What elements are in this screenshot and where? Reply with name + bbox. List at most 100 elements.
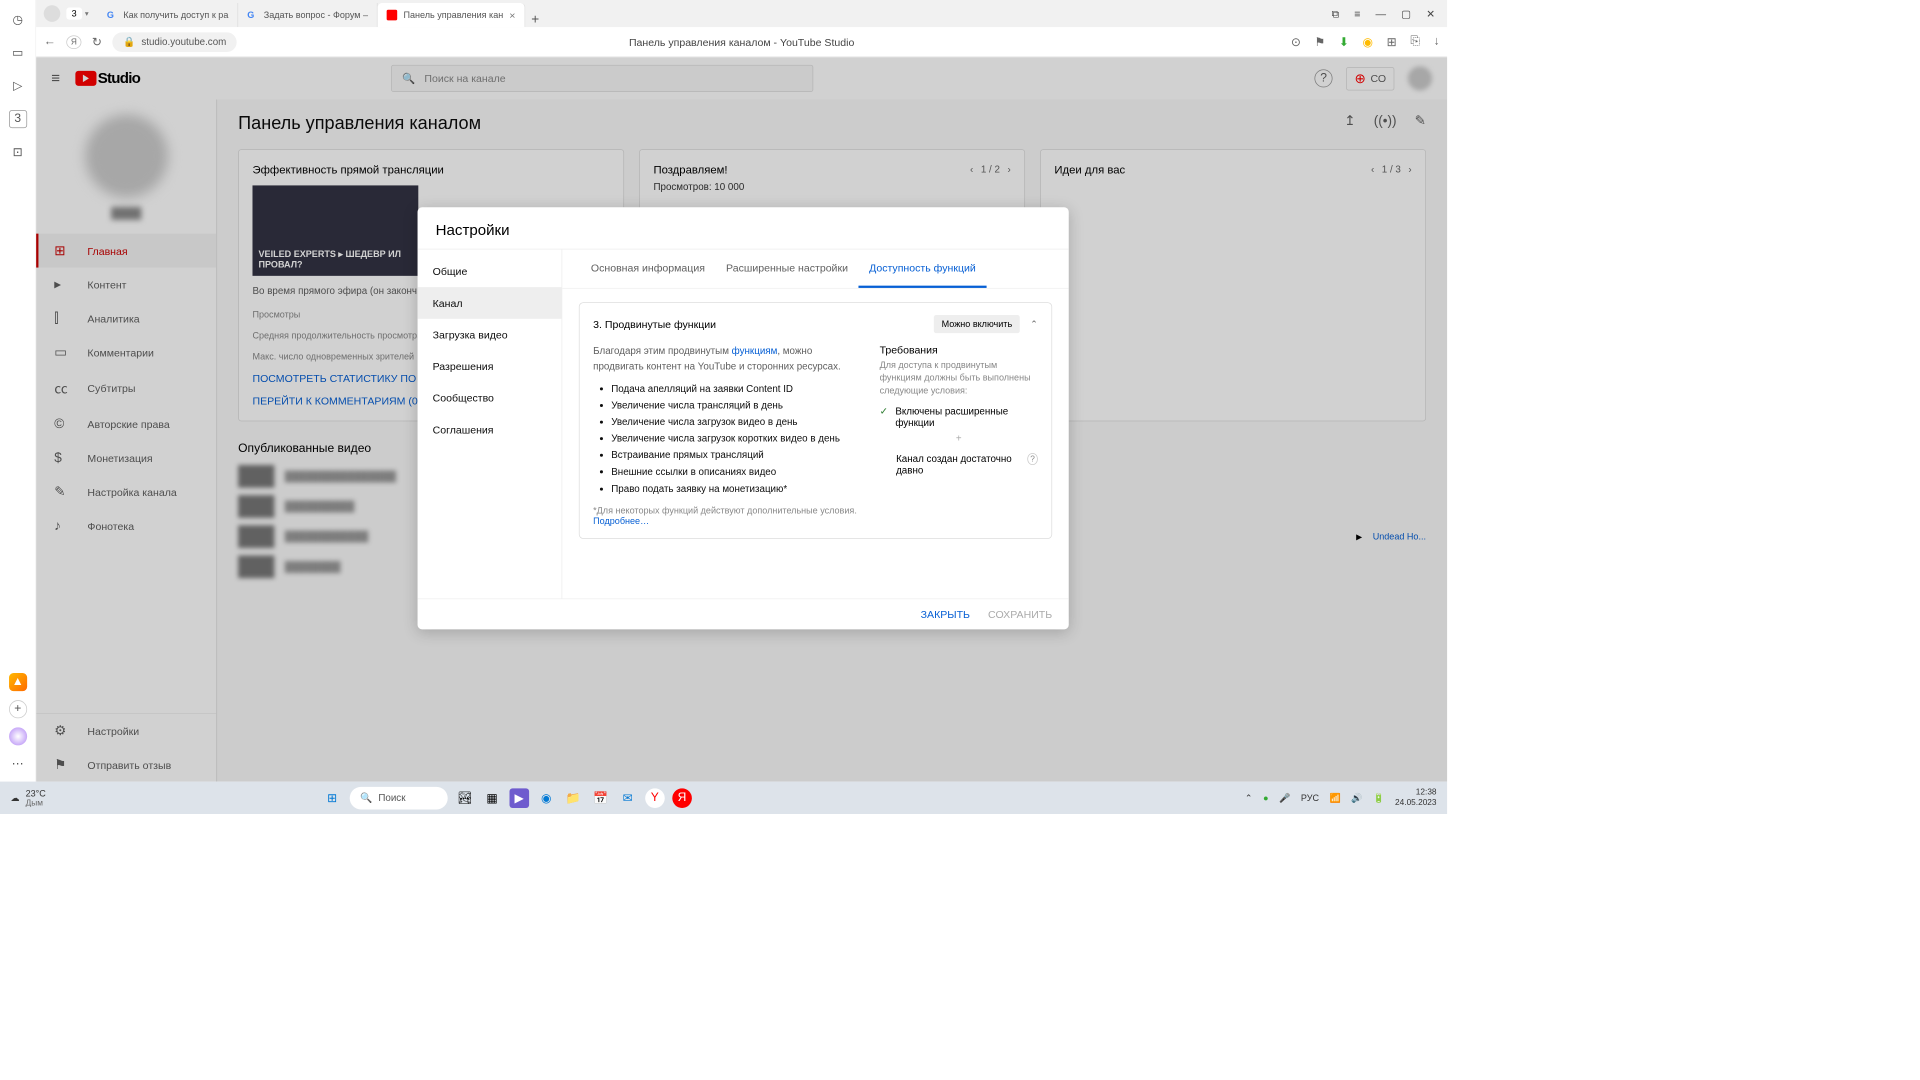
task-view-icon[interactable]: ▦ [482, 788, 502, 808]
save-button[interactable]: СОХРАНИТЬ [988, 608, 1052, 620]
status-badge: Можно включить [934, 315, 1020, 333]
menu-icon[interactable]: ≡ [1354, 7, 1360, 20]
download-icon[interactable]: ⬇ [1339, 34, 1349, 49]
add-icon[interactable]: + [9, 700, 27, 718]
new-tab-button[interactable]: + [531, 11, 539, 27]
list-item: Увеличение числа загрузок видео в день [611, 414, 858, 431]
requirements-title: Требования [880, 344, 1038, 356]
requirements-desc: Для доступа к продвинутым функциям должн… [880, 359, 1038, 397]
footnote: *Для некоторых функций действуют дополни… [593, 505, 858, 526]
assistant-icon[interactable] [9, 727, 27, 745]
check-icon: ✓ [880, 406, 888, 418]
requirement-item: Канал создан достаточно давно ? [880, 453, 1038, 476]
profile-icon[interactable] [44, 5, 61, 22]
volume-icon[interactable]: 🔊 [1351, 793, 1362, 804]
feature-panel: 3. Продвинутые функции Можно включить ⌃ … [579, 302, 1052, 538]
separator: + [880, 433, 1038, 444]
list-item: Внешние ссылки в описаниях видео [611, 464, 858, 481]
tab-basic-info[interactable]: Основная информация [580, 249, 715, 287]
list-item: Увеличение числа трансляций в день [611, 397, 858, 414]
play-icon[interactable]: ▷ [9, 77, 27, 95]
page-title-display: Панель управления каналом - YouTube Stud… [629, 36, 854, 48]
browser-tab[interactable]: G Как получить доступ к ра [98, 3, 238, 27]
functions-link[interactable]: функциям [732, 345, 778, 356]
edge-icon[interactable]: ◉ [536, 788, 556, 808]
reload-button[interactable]: ↻ [92, 34, 102, 49]
tray-chevron-icon[interactable]: ⌃ [1245, 793, 1253, 804]
app-icon[interactable]: ▲ [9, 673, 27, 691]
taskbar-search[interactable]: 🔍Поиск [350, 786, 448, 809]
youtube-icon [387, 10, 398, 21]
bookmark-icon[interactable]: ⚑ [1314, 34, 1325, 49]
list-item: Подача апелляций на заявки Content ID [611, 381, 858, 398]
tab-title: Панель управления кан [403, 10, 503, 21]
maximize-icon[interactable]: ▢ [1401, 7, 1411, 20]
address-bar[interactable]: 🔒 studio.youtube.com [113, 32, 237, 52]
list-item: Право подать заявку на монетизацию* [611, 481, 858, 498]
battery-icon[interactable]: 🔋 [1373, 793, 1384, 804]
back-button[interactable]: ← [44, 35, 56, 49]
history-icon[interactable]: ◷ [9, 11, 27, 29]
temperature: 23°C [26, 788, 46, 799]
mail-icon[interactable]: ✉ [618, 788, 638, 808]
tab-title: Как получить доступ к ра [123, 10, 228, 21]
tab-counter[interactable]: 3 [66, 8, 82, 20]
weather-icon: ☁ [11, 793, 20, 804]
feature-list: Подача апелляций на заявки Content ID Ув… [593, 381, 858, 498]
close-window-icon[interactable]: ✕ [1426, 7, 1435, 20]
more-icon[interactable]: ⋯ [9, 754, 27, 772]
zoom-icon[interactable]: ⊙ [1291, 34, 1301, 49]
modal-nav-community[interactable]: Сообщество [418, 382, 562, 414]
info-icon[interactable]: ? [1027, 453, 1037, 465]
pip-icon[interactable]: ⧉ [1332, 7, 1340, 20]
tab-advanced-settings[interactable]: Расширенные настройки [715, 249, 858, 287]
google-icon: G [107, 10, 118, 21]
tab-feature-eligibility[interactable]: Доступность функций [859, 249, 987, 287]
bookmarks-icon[interactable]: ▭ [9, 44, 27, 62]
feature-description: Благодаря этим продвинутым функциям, мож… [593, 344, 858, 373]
chevron-up-icon[interactable]: ⌃ [1030, 319, 1038, 330]
weather-widget[interactable]: ☁ 23°C Дым [11, 788, 46, 808]
modal-nav-upload[interactable]: Загрузка видео [418, 319, 562, 351]
explorer-icon[interactable]: 📁 [564, 788, 584, 808]
close-button[interactable]: ЗАКРЫТЬ [921, 608, 970, 620]
image-icon[interactable]: ⊡ [9, 143, 27, 161]
requirement-text: Канал создан достаточно давно [896, 453, 1020, 476]
modal-tabs: Основная информация Расширенные настройк… [562, 249, 1068, 288]
browser-tab[interactable]: G Задать вопрос - Форум – [238, 3, 378, 27]
learn-more-link[interactable]: Подробнее… [593, 515, 649, 526]
translate-icon[interactable]: ⎘ [1410, 34, 1420, 49]
url-text: studio.youtube.com [141, 36, 226, 47]
yandex-icon[interactable]: Я [672, 788, 692, 808]
downloads-icon[interactable]: ↓ [1434, 34, 1440, 49]
extension-icon[interactable]: ⊞ [1387, 34, 1397, 49]
requirement-text: Включены расширенные функции [895, 406, 1038, 429]
taskbar-app-icon[interactable]: ▶ [509, 788, 529, 808]
taskbar-app-icon[interactable]: 🏞 [455, 788, 475, 808]
url-bar: ← Я ↻ 🔒 studio.youtube.com Панель управл… [36, 27, 1447, 57]
clock[interactable]: 12:38 24.05.2023 [1395, 788, 1437, 808]
modal-nav: Общие Канал Загрузка видео Разрешения Со… [418, 249, 563, 598]
modal-nav-general[interactable]: Общие [418, 256, 562, 288]
tray-icon[interactable]: ● [1263, 793, 1268, 804]
modal-nav-permissions[interactable]: Разрешения [418, 350, 562, 382]
list-item: Увеличение числа загрузок коротких видео… [611, 431, 858, 448]
mic-icon[interactable]: 🎤 [1279, 793, 1290, 804]
calendar-icon[interactable]: 📅 [591, 788, 611, 808]
shield-icon[interactable]: ◉ [1363, 34, 1374, 49]
close-icon[interactable]: × [509, 9, 515, 21]
minimize-icon[interactable]: — [1376, 7, 1387, 20]
yandex-icon[interactable]: Я [66, 35, 81, 49]
modal-nav-channel[interactable]: Канал [418, 287, 562, 319]
date: 24.05.2023 [1395, 798, 1437, 808]
tab-title: Задать вопрос - Форум – [264, 10, 368, 21]
tab-count-icon[interactable]: 3 [9, 110, 27, 128]
chevron-down-icon[interactable]: ▾ [85, 9, 89, 17]
start-button[interactable]: ⊞ [322, 788, 342, 808]
browser-tab-active[interactable]: Панель управления кан × [378, 3, 525, 27]
windows-taskbar: ☁ 23°C Дым ⊞ 🔍Поиск 🏞 ▦ ▶ ◉ 📁 📅 ✉ Y Я ⌃ … [0, 782, 1447, 814]
modal-nav-agreements[interactable]: Соглашения [418, 414, 562, 446]
wifi-icon[interactable]: 📶 [1330, 793, 1341, 804]
yandex-browser-icon[interactable]: Y [645, 788, 665, 808]
language-indicator[interactable]: РУС [1301, 793, 1319, 804]
